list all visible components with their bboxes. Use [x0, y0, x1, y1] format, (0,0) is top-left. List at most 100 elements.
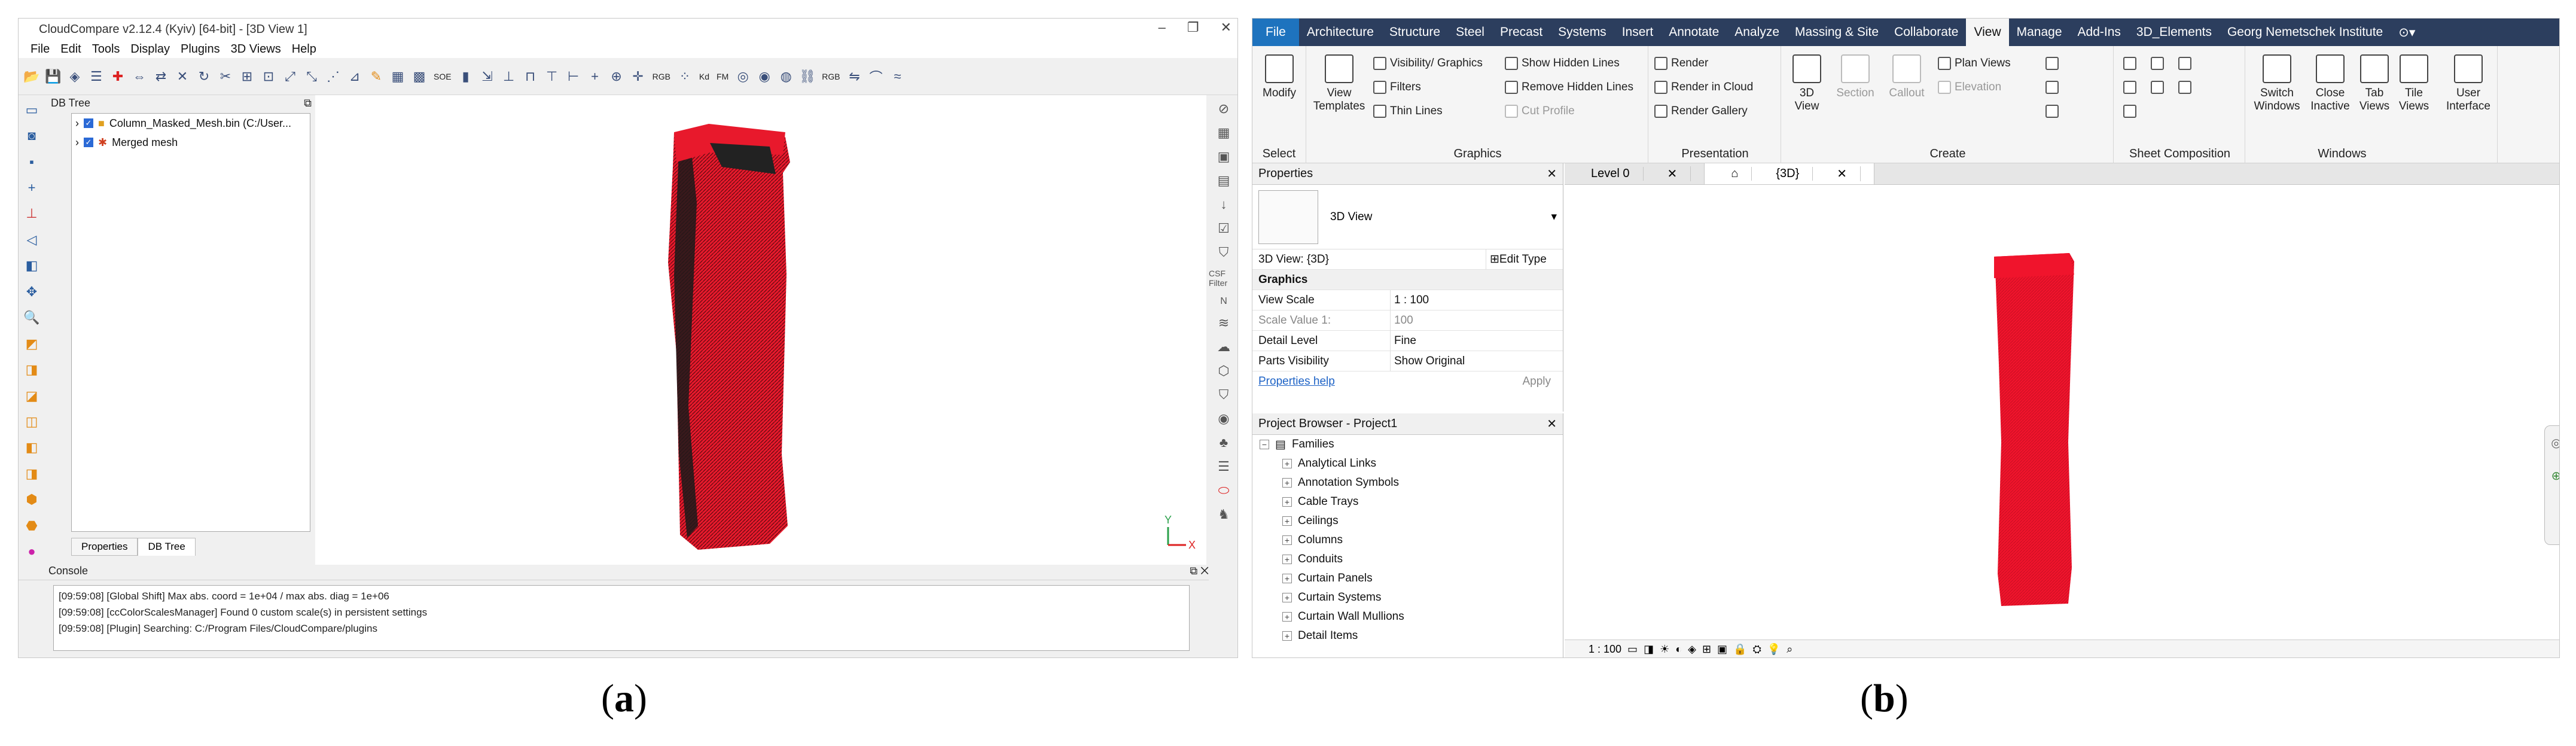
revit-3d-view[interactable]	[1565, 185, 2559, 625]
front-view-icon[interactable]: ◧	[23, 256, 41, 276]
tree-root[interactable]: − ▤ Families	[1252, 435, 1563, 454]
hide-isolate-icon[interactable]: ⛭	[1752, 643, 1761, 656]
close-inactive-button[interactable]: Close Inactive	[2306, 54, 2354, 113]
tab-properties[interactable]: Properties	[71, 538, 138, 556]
merge-icon[interactable]: ⇄	[151, 67, 170, 86]
minimize-icon[interactable]: –	[1159, 20, 1166, 35]
tab-file[interactable]: File	[1252, 19, 1299, 46]
prop-value[interactable]: Fine	[1390, 331, 1563, 351]
type-selector[interactable]: 3D View ▾	[1252, 185, 1563, 249]
render-gallery-button[interactable]: Render Gallery	[1654, 105, 1748, 118]
view-scale[interactable]: 1 : 100	[1589, 643, 1621, 656]
badge-icon[interactable]: ⛉	[1219, 387, 1229, 403]
link-icon[interactable]: ⛓	[798, 67, 817, 86]
crop-icon[interactable]: ⊞	[1702, 643, 1711, 656]
scope-box-button[interactable]	[2045, 81, 2059, 94]
title-block-button[interactable]	[2178, 57, 2191, 70]
panel-icon[interactable]: ▤	[1218, 173, 1230, 188]
camera-icon[interactable]: ◙	[23, 126, 41, 145]
view-templates-button[interactable]: View Templates	[1312, 54, 1366, 113]
instance-selector-value[interactable]: 3D View: {3D}	[1252, 249, 1486, 269]
viewports-button[interactable]	[2123, 105, 2136, 118]
compare-icon[interactable]: ⇋	[845, 67, 864, 86]
probe-icon[interactable]: ↓	[1221, 197, 1227, 212]
browser-item[interactable]: + Conduits	[1252, 550, 1563, 569]
section-icon[interactable]: ⊓	[521, 67, 540, 86]
rgb-tool-2[interactable]: RGB	[819, 67, 842, 86]
csf-filter-label[interactable]: CSF Filter	[1209, 269, 1237, 288]
iso-view-2-icon[interactable]: ⬣	[23, 516, 41, 535]
ellipse-icon[interactable]: ⬭	[1218, 483, 1230, 498]
expand-icon[interactable]: +	[1282, 535, 1292, 545]
float-icon[interactable]: ⧉	[304, 97, 312, 109]
view-back-icon[interactable]: ◫	[23, 412, 41, 431]
view-tab-level0[interactable]: Level 0 ✕	[1565, 163, 1705, 184]
expand-icon[interactable]: +	[1282, 497, 1292, 507]
menu-3dviews[interactable]: 3D Views	[231, 42, 281, 56]
shield-icon[interactable]: ⛉	[1219, 245, 1229, 260]
tree-item[interactable]: › ✓ ■ Column_Masked_Mesh.bin (C:/User...	[72, 114, 310, 133]
view-bottom-icon[interactable]: ◨	[23, 464, 41, 483]
tab-insert[interactable]: Insert	[1614, 19, 1662, 46]
fm-tool[interactable]: FM	[714, 67, 731, 86]
sun-path-icon[interactable]: ☀	[1660, 643, 1669, 656]
wind-icon[interactable]: ≋	[1218, 315, 1229, 331]
browser-item[interactable]: + Curtain Wall Mullions	[1252, 607, 1563, 626]
filter-icon[interactable]: ⊤	[542, 67, 562, 86]
plus-icon[interactable]: +	[586, 67, 605, 86]
prop-row[interactable]: Parts Visibility Show Original	[1252, 351, 1563, 372]
render-dialog-icon[interactable]: ◈	[1688, 643, 1696, 656]
switch-windows-button[interactable]: Switch Windows	[2250, 54, 2304, 113]
close-icon[interactable]: ✕	[1221, 20, 1231, 35]
reveal-hidden-icon[interactable]: 💡	[1767, 643, 1781, 656]
show-crop-icon[interactable]: ▣	[1717, 643, 1727, 656]
tab-addins[interactable]: Add-Ins	[2070, 19, 2129, 46]
wave-icon[interactable]: ≈	[888, 67, 907, 86]
tab-views-button[interactable]: Tab Views	[2355, 54, 2394, 113]
tile-views-button[interactable]: Tile Views	[2395, 54, 2433, 113]
prop-value[interactable]: Show Original	[1390, 351, 1563, 371]
lock-view-icon[interactable]: 🔒	[1733, 643, 1746, 656]
dropdown-icon[interactable]: ▾	[1551, 210, 1557, 224]
menu-edit[interactable]: Edit	[60, 42, 81, 56]
tab-systems[interactable]: Systems	[1550, 19, 1614, 46]
expand-icon[interactable]: +	[1282, 459, 1292, 468]
zoom-region-icon[interactable]: ⊕	[2545, 468, 2559, 483]
delete-icon[interactable]: ✕	[173, 67, 192, 86]
histogram-icon[interactable]: ▮	[456, 67, 475, 86]
callout-button[interactable]: Callout	[1883, 54, 1931, 100]
3d-view-button[interactable]: 3D View	[1786, 54, 1828, 113]
rgb-tool-1[interactable]: RGB	[650, 67, 673, 86]
cloud-icon[interactable]: ☁	[1217, 339, 1230, 355]
prop-value[interactable]: 100	[1390, 310, 1563, 330]
frame-icon[interactable]: ▣	[1218, 149, 1230, 165]
section-button[interactable]: Section	[1831, 54, 1879, 100]
save-icon[interactable]: 💾	[44, 67, 63, 86]
points-icon[interactable]: ⁘	[675, 67, 694, 86]
sample-icon[interactable]: ⊞	[237, 67, 257, 86]
expand-icon[interactable]: +	[1282, 631, 1292, 641]
tab-steel[interactable]: Steel	[1448, 19, 1492, 46]
cross-icon[interactable]: ✛	[629, 67, 648, 86]
expand-icon[interactable]: ›	[75, 136, 79, 149]
normal-n-label[interactable]: N	[1220, 296, 1227, 307]
tab-manage[interactable]: Manage	[2009, 19, 2070, 46]
sphere-icon[interactable]: ◎	[733, 67, 752, 86]
align-icon[interactable]: ⤡	[302, 67, 321, 86]
measure-icon[interactable]: ⊿	[345, 67, 364, 86]
crosshair-icon[interactable]: +	[23, 178, 41, 197]
view-left-icon[interactable]: ◪	[23, 386, 41, 406]
open-icon[interactable]: 📂	[22, 67, 41, 86]
segment-icon[interactable]: ✂	[216, 67, 235, 86]
view-right-icon[interactable]: ◧	[23, 438, 41, 458]
console-controls[interactable]: ⧉ ✕	[1190, 565, 1209, 580]
select-label[interactable]: Select	[1252, 147, 1306, 161]
close-icon[interactable]: ✕	[1824, 166, 1861, 181]
browser-item[interactable]: + Annotation Symbols	[1252, 473, 1563, 492]
browser-item[interactable]: + Columns	[1252, 531, 1563, 550]
expand-icon[interactable]: +	[1282, 555, 1292, 564]
instance-selector[interactable]: 3D View: {3D} ⊞ Edit Type	[1252, 249, 1563, 270]
tab-db-tree[interactable]: DB Tree	[138, 538, 196, 556]
edit-type-button[interactable]: ⊞ Edit Type	[1486, 249, 1563, 269]
close-icon[interactable]: ✕	[1654, 166, 1691, 181]
